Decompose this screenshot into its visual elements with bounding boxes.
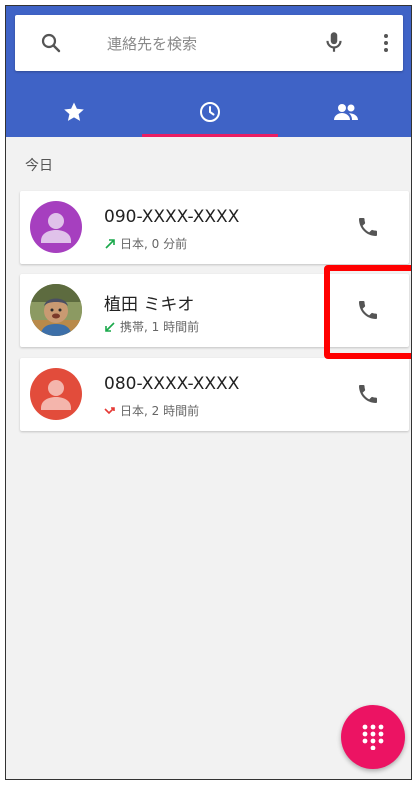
avatar[interactable] [30, 284, 82, 336]
outgoing-call-icon [105, 238, 115, 249]
contact-photo [30, 284, 82, 336]
incoming-call-icon [105, 321, 115, 332]
contact-name: 090-XXXX-XXXX [104, 207, 240, 227]
search-placeholder[interactable]: 連絡先を検索 [107, 33, 197, 54]
call-detail-text: 日本, 2 時間前 [120, 404, 200, 418]
call-detail-text: 日本, 0 分前 [120, 237, 188, 251]
search-icon[interactable] [39, 31, 63, 55]
app-bar: 連絡先を検索 [6, 6, 411, 137]
phone-icon [359, 218, 377, 236]
clock-icon [200, 101, 220, 122]
call-log-item[interactable]: 080-XXXX-XXXX 日本, 2 時間前 [20, 358, 409, 431]
avatar[interactable] [30, 201, 82, 253]
call-details: 携帯, 1 時間前 [104, 318, 199, 335]
tab-favorites[interactable] [6, 86, 142, 137]
search-bar[interactable]: 連絡先を検索 [15, 15, 403, 71]
call-details: 日本, 2 時間前 [104, 402, 199, 419]
missed-call-icon [104, 406, 115, 414]
call-detail-text: 携帯, 1 時間前 [120, 320, 200, 334]
more-vert-icon[interactable] [374, 31, 398, 55]
person-icon [41, 380, 71, 410]
highlight-box [324, 265, 411, 359]
call-button[interactable] [352, 378, 384, 410]
contact-name: 植田 ミキオ [104, 295, 195, 315]
phone-icon [359, 385, 377, 403]
tab-indicator [142, 134, 278, 137]
call-log-item[interactable]: 090-XXXX-XXXX 日本, 0 分前 [20, 191, 409, 264]
person-icon [41, 213, 71, 243]
section-header-today: 今日 [25, 158, 53, 174]
dialpad-icon [362, 724, 384, 750]
tab-contacts[interactable] [278, 86, 411, 137]
star-icon [64, 102, 84, 121]
tab-bar [6, 86, 411, 137]
people-icon [334, 103, 358, 120]
avatar[interactable] [30, 368, 82, 420]
dialpad-button[interactable] [341, 705, 405, 769]
mic-icon[interactable] [321, 29, 347, 55]
call-button[interactable] [352, 211, 384, 243]
call-details: 日本, 0 分前 [104, 235, 187, 252]
tab-recents[interactable] [142, 86, 278, 137]
phone-screen: 連絡先を検索 今日 090-XXXX-XXXX 日本, 0 分前 植田 ミキオ … [5, 5, 412, 780]
contact-name: 080-XXXX-XXXX [104, 374, 240, 394]
